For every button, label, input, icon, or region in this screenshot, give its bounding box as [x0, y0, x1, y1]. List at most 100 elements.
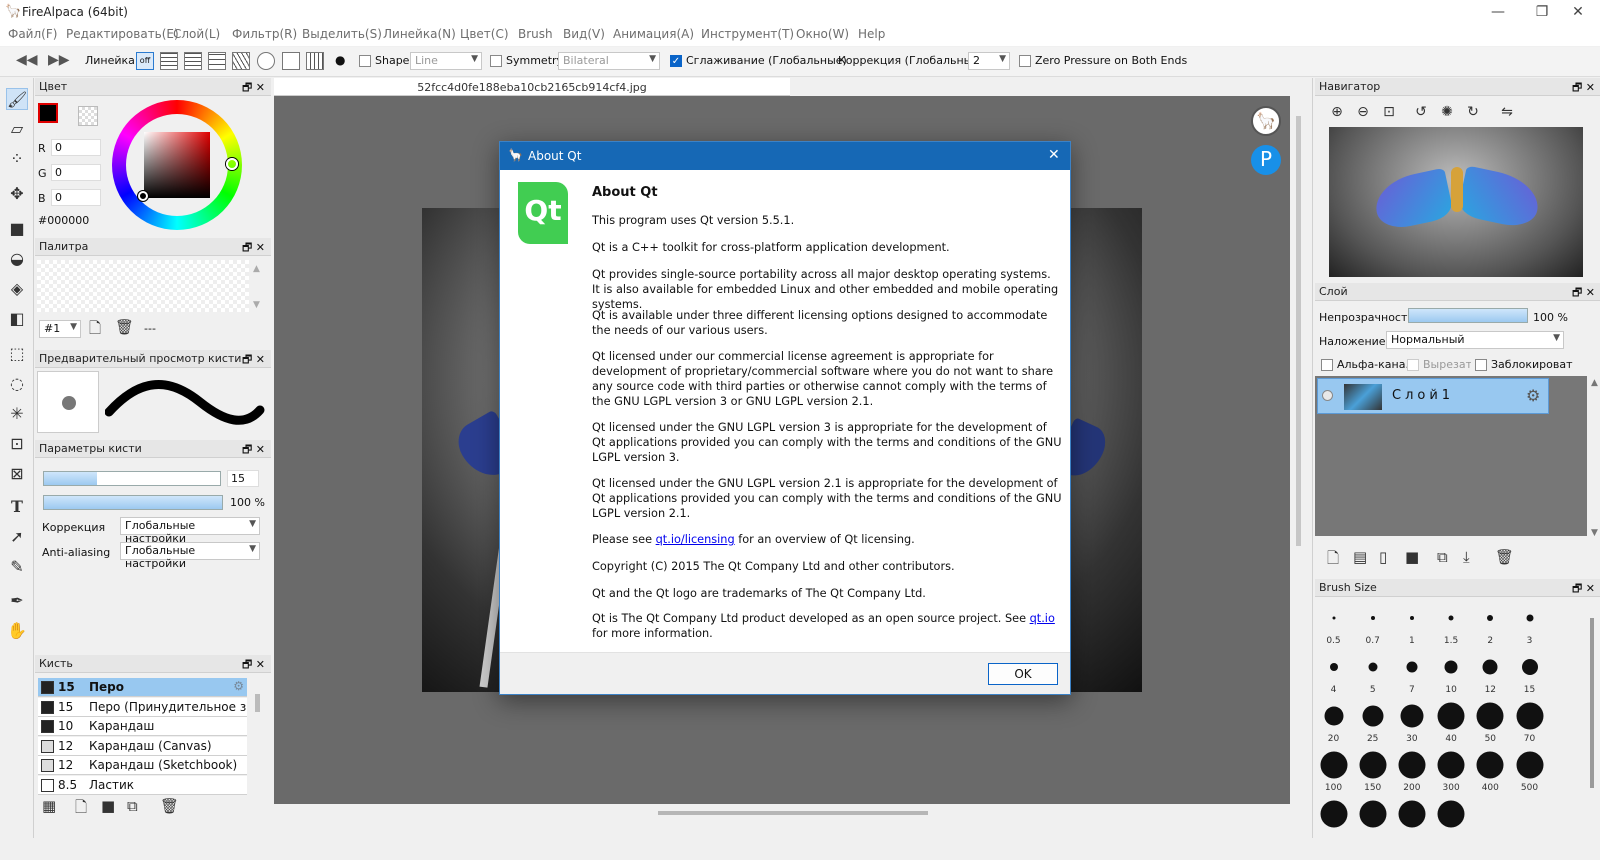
- brush-size-cell[interactable]: [1432, 796, 1471, 828]
- layer-visibility-icon[interactable]: [1322, 390, 1333, 401]
- palette-swatches[interactable]: [37, 260, 249, 312]
- alpha-lock-checkbox[interactable]: [1321, 359, 1333, 371]
- menu-view[interactable]: Вид(V): [563, 27, 605, 41]
- scroll-up-icon[interactable]: ▲: [253, 264, 260, 274]
- brush-size-cell[interactable]: 12: [1471, 649, 1510, 698]
- ruler-perspective-icon[interactable]: [306, 52, 324, 70]
- symmetry-select[interactable]: Bilateral ▼: [558, 52, 660, 70]
- rotate-reset-icon[interactable]: ✺: [1437, 104, 1457, 124]
- select-rect-icon[interactable]: ⬚: [6, 343, 28, 365]
- menu-animation[interactable]: Анимация(A): [613, 27, 694, 41]
- minimize-button[interactable]: —: [1476, 2, 1520, 22]
- menu-filter[interactable]: Фильтр(R): [232, 27, 297, 41]
- blend-mode-select[interactable]: Нормальный ▼: [1386, 331, 1564, 349]
- brush-size-cell[interactable]: [1314, 796, 1353, 828]
- brush-list-item[interactable]: 12 Карандаш (Sketchbook): [38, 756, 247, 775]
- brush-list-scrollbar[interactable]: [255, 694, 260, 712]
- brush-size-cell[interactable]: 100: [1314, 747, 1353, 796]
- ruler-dot-icon[interactable]: ●: [335, 53, 345, 67]
- ruler-curve-icon[interactable]: [282, 52, 300, 70]
- shape-checkbox[interactable]: [359, 55, 371, 67]
- lock-checkbox[interactable]: [1475, 359, 1487, 371]
- brush-list-item[interactable]: 15 Перо (Принудительное затухание): [38, 697, 247, 717]
- brush-size-cell[interactable]: 15: [1510, 649, 1549, 698]
- brush-size-cell[interactable]: 7: [1392, 649, 1431, 698]
- brush-size-scrollbar[interactable]: [1590, 618, 1594, 788]
- brush-size-cell[interactable]: 10: [1432, 649, 1471, 698]
- close-window-button[interactable]: ✕: [1556, 2, 1600, 22]
- menu-window[interactable]: Окно(W): [796, 27, 849, 41]
- brush-size-cell[interactable]: 30: [1392, 698, 1431, 747]
- sv-handle[interactable]: [138, 191, 148, 201]
- transparent-color-swatch[interactable]: [78, 106, 98, 126]
- prev-frame-icon[interactable]: ◀◀: [16, 52, 38, 68]
- operation-tool-icon[interactable]: ➚: [6, 526, 28, 548]
- text-tool-icon[interactable]: T: [6, 496, 28, 518]
- hand-tool-icon[interactable]: ✋: [6, 620, 28, 642]
- move-tool-icon[interactable]: ✥: [6, 183, 28, 205]
- brush-correction-select[interactable]: Глобальные настройки ▼: [120, 517, 260, 545]
- brush-grid-icon[interactable]: ▦: [42, 797, 56, 815]
- gradient-tool-icon[interactable]: ◒: [6, 248, 28, 270]
- brush-size-cell[interactable]: 1: [1392, 600, 1431, 649]
- eraser-tool-icon[interactable]: ▱: [6, 118, 28, 140]
- brush-tool-icon[interactable]: 🖌: [6, 88, 28, 110]
- alpaca-avatar-icon[interactable]: 🦙: [1251, 106, 1281, 136]
- brush-size-cell[interactable]: 5: [1353, 649, 1392, 698]
- duplicate-layer-icon[interactable]: ⧉: [1437, 548, 1448, 566]
- panel-float-close-icon[interactable]: 🗗 ✕: [242, 351, 265, 370]
- flip-horizontal-icon[interactable]: ⇋: [1497, 104, 1517, 124]
- ruler-cross-icon[interactable]: [208, 52, 226, 70]
- panel-float-close-icon[interactable]: 🗗 ✕: [242, 239, 265, 258]
- palette-index-select[interactable]: #1 ▼: [39, 320, 81, 338]
- menu-edit[interactable]: Редактировать(E): [66, 27, 179, 41]
- divide-tool-icon[interactable]: ✎: [6, 556, 28, 578]
- merge-down-icon[interactable]: ⤓: [1463, 548, 1470, 566]
- r-input[interactable]: 0: [51, 139, 101, 156]
- menu-color[interactable]: Цвет(C): [460, 27, 509, 41]
- menu-file[interactable]: Файл(F): [8, 27, 57, 41]
- eyedropper-icon[interactable]: ✒: [6, 590, 28, 612]
- new-palette-icon[interactable]: 🗋: [89, 318, 101, 343]
- canvas-vscroll[interactable]: [1292, 96, 1306, 804]
- brush-size-cell[interactable]: 3: [1510, 600, 1549, 649]
- brush-size-cell[interactable]: 20: [1314, 698, 1353, 747]
- smoothing-checkbox[interactable]: ✓: [670, 55, 682, 67]
- zero-pressure-checkbox[interactable]: [1019, 55, 1031, 67]
- gradient-fill-icon[interactable]: ◧: [6, 308, 28, 330]
- hue-ring[interactable]: [112, 100, 242, 230]
- brush-list-item[interactable]: 8.5 Ластик: [38, 775, 247, 795]
- layer-folder-icon[interactable]: ■: [1405, 548, 1419, 566]
- brush-size-cell[interactable]: 1.5: [1432, 600, 1471, 649]
- layer-settings-gear-icon[interactable]: ⚙: [1526, 386, 1540, 405]
- licensing-link[interactable]: qt.io/licensing: [656, 533, 735, 546]
- next-frame-icon[interactable]: ▶▶: [48, 52, 70, 68]
- new-brush-icon[interactable]: 🗋: [75, 797, 87, 822]
- brush-size-cell[interactable]: 400: [1471, 747, 1510, 796]
- qt-io-link[interactable]: qt.io: [1030, 612, 1055, 625]
- ruler-radial-icon[interactable]: [232, 52, 250, 70]
- brush-size-cell[interactable]: 0.7: [1353, 600, 1392, 649]
- fill-rect-tool-icon[interactable]: ■: [6, 218, 28, 240]
- layer-scroll-down-icon[interactable]: ▼: [1591, 528, 1598, 538]
- brush-list-item[interactable]: 12 Карандаш (Canvas): [38, 736, 247, 756]
- select-pen-icon[interactable]: ⊡: [6, 433, 28, 455]
- zoom-in-icon[interactable]: ⊕: [1327, 104, 1347, 124]
- brush-folder-icon[interactable]: ■: [101, 797, 115, 815]
- brush-size-cell[interactable]: 40: [1432, 698, 1471, 747]
- ruler-off-icon[interactable]: off: [136, 52, 154, 70]
- select-eraser-icon[interactable]: ⊠: [6, 463, 28, 485]
- correction-select[interactable]: 2 ▼: [968, 52, 1010, 70]
- canvas-hscroll[interactable]: [274, 806, 1290, 820]
- delete-layer-icon[interactable]: 🗑: [1495, 548, 1514, 566]
- document-tab[interactable]: 52fcc4d0fe188eba10cb2165cb914cf4.jpg: [274, 78, 790, 96]
- brush-list-item[interactable]: 10 Карандаш: [38, 717, 247, 736]
- lasso-icon[interactable]: ◌: [6, 373, 28, 395]
- delete-palette-icon[interactable]: 🗑: [115, 318, 134, 336]
- menu-ruler[interactable]: Линейка(N): [383, 27, 456, 41]
- ruler-grid-icon[interactable]: [184, 52, 202, 70]
- brush-size-cell[interactable]: [1353, 796, 1392, 828]
- layer-opacity-slider[interactable]: [1408, 308, 1528, 323]
- panel-float-close-icon[interactable]: 🗗 ✕: [1572, 580, 1595, 599]
- menu-select[interactable]: Выделить(S): [302, 27, 382, 41]
